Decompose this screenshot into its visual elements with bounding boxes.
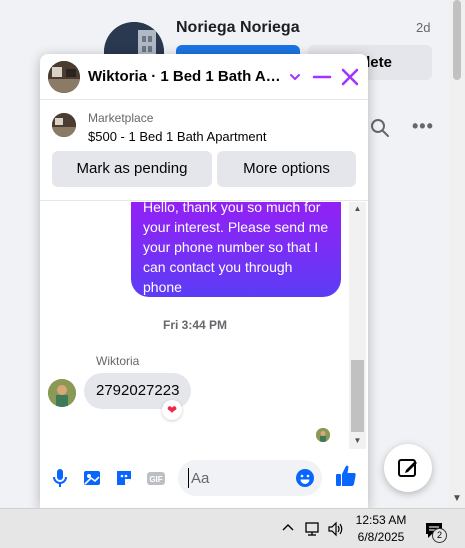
scroll-down-arrow[interactable]: ▼	[349, 436, 366, 445]
scroll-up-arrow[interactable]: ▲	[349, 204, 366, 213]
mark-as-pending-button[interactable]: Mark as pending	[52, 151, 212, 187]
seen-avatar	[316, 428, 330, 442]
volume-icon[interactable]	[327, 520, 345, 538]
heart-reaction-icon[interactable]: ❤	[162, 400, 182, 420]
photo-icon[interactable]	[82, 467, 102, 489]
taskbar: 12:53 AM 6/8/2025 2	[0, 508, 465, 548]
page-scroll-down-arrow[interactable]: ▼	[449, 490, 465, 508]
sticker-icon[interactable]	[114, 467, 134, 489]
notification-count-badge: 2	[432, 528, 447, 543]
search-icon[interactable]	[370, 118, 390, 138]
composer: GIF	[40, 449, 368, 508]
new-message-button[interactable]	[384, 444, 432, 492]
chat-header[interactable]: Wiktoria · 1 Bed 1 Bath Ap...	[40, 54, 368, 100]
sender-name: Wiktoria	[96, 354, 140, 368]
more-icon[interactable]: •••	[412, 116, 434, 137]
contact-time: 2d	[416, 20, 431, 35]
contact-name[interactable]: Noriega Noriega	[176, 19, 300, 37]
svg-text:GIF: GIF	[149, 475, 162, 484]
message-list[interactable]: Hello, thank you so much for your intere…	[40, 202, 368, 449]
outgoing-message[interactable]: Hello, thank you so much for your intere…	[131, 202, 341, 297]
tray-expand-icon[interactable]	[281, 521, 295, 535]
new-message-icon	[398, 459, 417, 477]
gif-icon[interactable]: GIF	[146, 467, 166, 489]
chat-title[interactable]: Wiktoria · 1 Bed 1 Bath Ap...	[88, 68, 284, 85]
avatar[interactable]	[48, 379, 76, 407]
listing-source: Marketplace	[88, 111, 154, 125]
clock-date: 6/8/2025	[357, 530, 405, 544]
chevron-down-icon[interactable]	[288, 66, 302, 88]
listing-title[interactable]: $500 - 1 Bed 1 Bath Apartment	[88, 129, 267, 144]
minimize-icon[interactable]	[312, 66, 332, 88]
message-input[interactable]	[188, 468, 288, 488]
chat-window: Wiktoria · 1 Bed 1 Bath Ap... Marketplac…	[40, 54, 368, 508]
mic-icon[interactable]	[50, 467, 70, 489]
clock[interactable]: 12:53 AM 6/8/2025	[350, 512, 412, 546]
network-icon[interactable]	[304, 520, 322, 538]
message-timestamp: Fri 3:44 PM	[162, 318, 228, 332]
page-scrollbar-thumb[interactable]	[453, 0, 461, 80]
close-icon[interactable]	[339, 66, 361, 88]
more-options-button[interactable]: More options	[217, 151, 356, 187]
listing-banner: Marketplace $500 - 1 Bed 1 Bath Apartmen…	[40, 101, 368, 201]
listing-thumbnail[interactable]	[52, 113, 76, 137]
emoji-icon[interactable]	[294, 467, 316, 489]
listing-avatar[interactable]	[48, 61, 80, 93]
message-scrollbar-thumb[interactable]	[351, 360, 364, 432]
message-input-box[interactable]	[178, 460, 322, 496]
clock-time: 12:53 AM	[355, 513, 407, 527]
like-icon[interactable]	[334, 463, 358, 489]
